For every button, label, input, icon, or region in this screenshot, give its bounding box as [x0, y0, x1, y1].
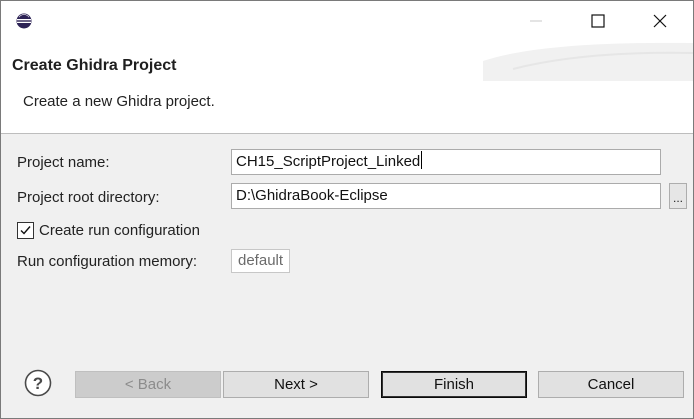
- text-caret: [421, 151, 423, 169]
- run-configuration-memory-input[interactable]: default: [231, 249, 291, 273]
- maximize-icon: [591, 14, 605, 28]
- svg-text:?: ?: [33, 374, 43, 393]
- close-icon: [653, 14, 667, 28]
- run-configuration-memory-label: Run configuration memory:: [17, 253, 198, 270]
- project-name-value: CH15_ScriptProject_Linked: [236, 153, 421, 170]
- wizard-form: Project name: CH15_ScriptProject_Linked …: [1, 134, 693, 349]
- wizard-description: Create a new Ghidra project.: [23, 93, 215, 110]
- project-name-input[interactable]: CH15_ScriptProject_Linked: [231, 149, 661, 175]
- finish-button[interactable]: Finish: [381, 371, 527, 398]
- wizard-title: Create Ghidra Project: [12, 57, 177, 74]
- checkmark-icon: [20, 226, 31, 235]
- dialog-window: Create Ghidra Project Create a new Ghidr…: [0, 0, 694, 419]
- close-button[interactable]: [637, 5, 683, 37]
- next-button[interactable]: Next >: [223, 371, 369, 398]
- create-run-configuration-label: Create run configuration: [39, 222, 200, 239]
- create-run-configuration-checkbox[interactable]: [17, 222, 34, 239]
- title-bar: [1, 1, 693, 41]
- header-banner-decoration: [483, 42, 693, 81]
- project-root-directory-value: D:\GhidraBook-Eclipse: [236, 187, 388, 204]
- cancel-button[interactable]: Cancel: [538, 371, 684, 398]
- maximize-button[interactable]: [575, 5, 621, 37]
- back-button[interactable]: < Back: [75, 371, 221, 398]
- browse-button[interactable]: ...: [669, 183, 687, 209]
- wizard-footer: ? < Back Next > Finish Cancel: [1, 349, 693, 418]
- project-root-directory-label: Project root directory:: [17, 189, 160, 206]
- wizard-header: Create Ghidra Project Create a new Ghidr…: [1, 41, 693, 134]
- eclipse-icon: [16, 13, 32, 29]
- project-name-label: Project name:: [17, 154, 110, 171]
- minimize-icon: [530, 20, 542, 22]
- project-root-directory-input[interactable]: D:\GhidraBook-Eclipse: [231, 183, 661, 209]
- minimize-button[interactable]: [513, 5, 559, 37]
- help-icon[interactable]: ?: [24, 369, 52, 397]
